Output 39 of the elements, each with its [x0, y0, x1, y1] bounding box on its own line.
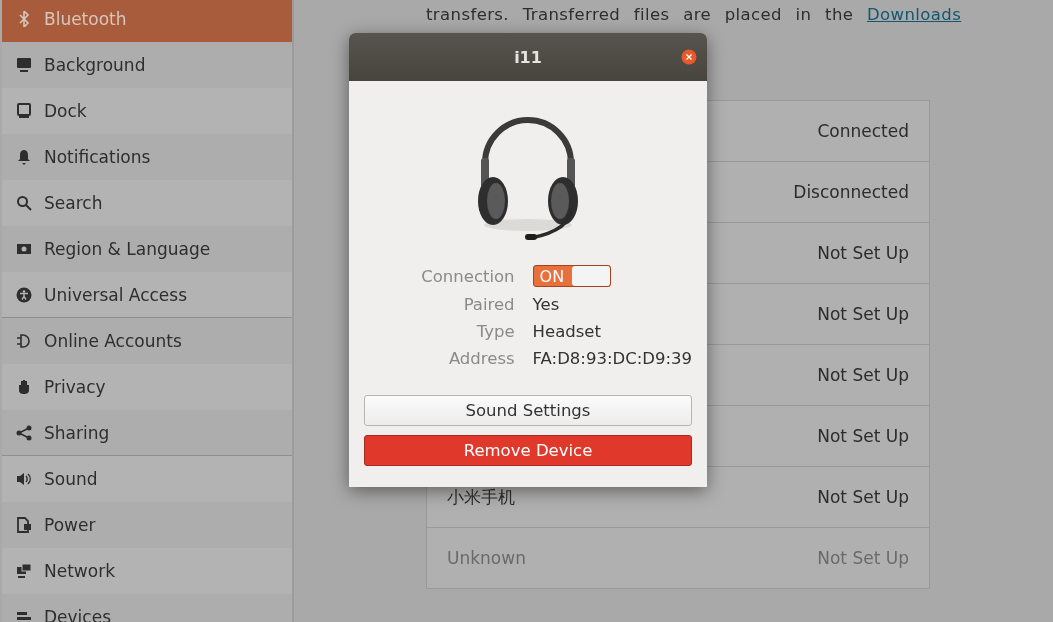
property-value: Headset: [532, 322, 602, 341]
remove-button[interactable]: Remove Device: [364, 435, 692, 466]
bluetooth-icon: [16, 11, 32, 27]
device-status: Not Set Up: [817, 426, 909, 446]
connection-switch[interactable]: ON: [532, 265, 611, 287]
monitor-icon: [16, 57, 32, 73]
bell-icon: [16, 149, 32, 165]
property-label: Address: [447, 349, 515, 368]
device-status: Not Set Up: [817, 304, 909, 324]
device-status: Disconnected: [793, 182, 909, 202]
sidebar-item[interactable]: Power: [2, 502, 292, 548]
device-name: 小米手机: [447, 485, 515, 509]
sidebar-item[interactable]: Notifications: [2, 134, 292, 180]
speaker-icon: [16, 471, 32, 487]
network-icon: [16, 563, 32, 579]
sidebar-item[interactable]: Online Accounts: [2, 318, 292, 364]
settings-button[interactable]: Sound Settings: [364, 395, 692, 426]
sidebar-item[interactable]: Sharing: [2, 410, 292, 456]
device-status: Not Set Up: [817, 487, 909, 507]
search-icon: [16, 195, 32, 211]
close-icon[interactable]: [681, 49, 697, 65]
dock-icon: [16, 103, 32, 119]
device-status: Not Set Up: [817, 243, 909, 263]
dialog-title: i11: [514, 47, 542, 67]
device-status: Not Set Up: [817, 548, 909, 568]
device-status: Connected: [817, 121, 909, 141]
property-label: Type: [475, 322, 515, 341]
share-icon: [16, 424, 32, 441]
property-label: Paired: [462, 295, 515, 314]
device-status: Not Set Up: [817, 365, 909, 385]
access-icon: [16, 286, 32, 303]
device-name: Unknown: [447, 548, 526, 568]
property-value: Yes: [532, 295, 561, 314]
flag-icon: [16, 241, 32, 257]
sidebar-item[interactable]: Region & Language: [2, 226, 292, 272]
connection-label: Connection: [421, 266, 515, 286]
property-value: FA:D8:93:DC:D9:39: [532, 349, 692, 368]
sidebar-item[interactable]: Background: [2, 42, 292, 88]
downloads-link[interactable]: Downloads: [867, 5, 962, 24]
